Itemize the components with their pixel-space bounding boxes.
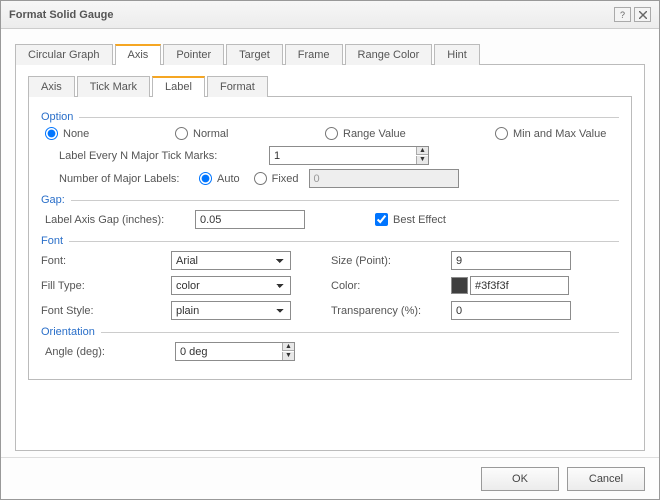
- label-font-style: Font Style:: [41, 305, 171, 317]
- tab-body: Axis Tick Mark Label Format Option None …: [15, 65, 645, 451]
- spin-down-icon[interactable]: ▼: [416, 156, 428, 164]
- input-color[interactable]: [470, 276, 569, 295]
- font-grid: Font: Arial Size (Point): Fill Type: col…: [41, 251, 619, 320]
- label-fill-type: Fill Type:: [41, 280, 171, 292]
- label-every-n: Label Every N Major Tick Marks:: [59, 150, 269, 162]
- input-fixed: [309, 169, 459, 188]
- select-font[interactable]: Arial: [171, 251, 291, 270]
- group-font: Font: [41, 235, 619, 247]
- radio-range-value[interactable]: Range Value: [325, 127, 491, 140]
- radio-normal[interactable]: Normal: [175, 127, 321, 140]
- dialog-format-solid-gauge: Format Solid Gauge ? Circular Graph Axis…: [0, 0, 660, 500]
- tab-axis[interactable]: Axis: [115, 44, 162, 65]
- help-button[interactable]: ?: [614, 7, 631, 22]
- content-area: Circular Graph Axis Pointer Target Frame…: [1, 29, 659, 457]
- close-icon: [639, 11, 647, 19]
- label-angle: Angle (deg):: [45, 346, 175, 358]
- tab-target[interactable]: Target: [226, 44, 283, 65]
- radio-none[interactable]: None: [45, 127, 171, 140]
- row-num-labels: Number of Major Labels: Auto Fixed: [59, 169, 619, 188]
- subtab-tick-mark[interactable]: Tick Mark: [77, 76, 150, 97]
- spin-up-icon[interactable]: ▲: [282, 343, 294, 351]
- spin-down-icon[interactable]: ▼: [282, 352, 294, 360]
- top-tabbar: Circular Graph Axis Pointer Target Frame…: [15, 43, 645, 65]
- label-size: Size (Point):: [311, 255, 451, 267]
- radio-fixed[interactable]: Fixed: [254, 172, 299, 185]
- check-best-effect[interactable]: Best Effect: [375, 213, 446, 226]
- subtab-label[interactable]: Label: [152, 76, 205, 97]
- gap-title: Gap:: [41, 194, 65, 206]
- cancel-button[interactable]: Cancel: [567, 467, 645, 491]
- label-font: Font:: [41, 255, 171, 267]
- label-axis-gap: Label Axis Gap (inches):: [45, 214, 195, 226]
- close-button[interactable]: [634, 7, 651, 22]
- input-axis-gap[interactable]: [195, 210, 305, 229]
- label-transparency: Transparency (%):: [311, 305, 451, 317]
- sub-tabbar: Axis Tick Mark Label Format: [28, 75, 632, 97]
- ok-button[interactable]: OK: [481, 467, 559, 491]
- color-swatch[interactable]: [451, 277, 468, 294]
- input-size[interactable]: [451, 251, 571, 270]
- group-orientation: Orientation: [41, 326, 619, 338]
- option-title: Option: [41, 111, 73, 123]
- input-every-n[interactable]: [269, 146, 429, 165]
- select-font-style[interactable]: plain: [171, 301, 291, 320]
- label-num-labels: Number of Major Labels:: [59, 173, 199, 185]
- select-fill-type[interactable]: color: [171, 276, 291, 295]
- font-title: Font: [41, 235, 63, 247]
- spin-up-icon[interactable]: ▲: [416, 147, 428, 155]
- radio-auto[interactable]: Auto: [199, 172, 240, 185]
- row-gap: Label Axis Gap (inches): Best Effect: [45, 210, 619, 229]
- tab-range-color[interactable]: Range Color: [345, 44, 433, 65]
- input-angle[interactable]: [175, 342, 295, 361]
- group-option: Option: [41, 111, 619, 123]
- tab-pointer[interactable]: Pointer: [163, 44, 224, 65]
- subtab-format[interactable]: Format: [207, 76, 268, 97]
- dialog-title: Format Solid Gauge: [9, 9, 611, 21]
- radio-min-max[interactable]: Min and Max Value: [495, 127, 615, 140]
- spinner-every-n[interactable]: ▲ ▼: [269, 146, 429, 165]
- label-color: Color:: [311, 280, 451, 292]
- titlebar: Format Solid Gauge ?: [1, 1, 659, 29]
- orientation-title: Orientation: [41, 326, 95, 338]
- tab-frame[interactable]: Frame: [285, 44, 343, 65]
- option-radios: None Normal Range Value Min and Max Valu…: [45, 127, 619, 140]
- row-angle: Angle (deg): ▲ ▼: [45, 342, 619, 361]
- subtab-axis[interactable]: Axis: [28, 76, 75, 97]
- group-gap: Gap:: [41, 194, 619, 206]
- spinner-angle[interactable]: ▲ ▼: [175, 342, 295, 361]
- tab-circular-graph[interactable]: Circular Graph: [15, 44, 113, 65]
- tab-hint[interactable]: Hint: [434, 44, 480, 65]
- subtab-body: Option None Normal Range Value Min and M…: [28, 97, 632, 380]
- footer: OK Cancel: [1, 457, 659, 499]
- input-transparency[interactable]: [451, 301, 571, 320]
- row-every-n: Label Every N Major Tick Marks: ▲ ▼: [59, 146, 619, 165]
